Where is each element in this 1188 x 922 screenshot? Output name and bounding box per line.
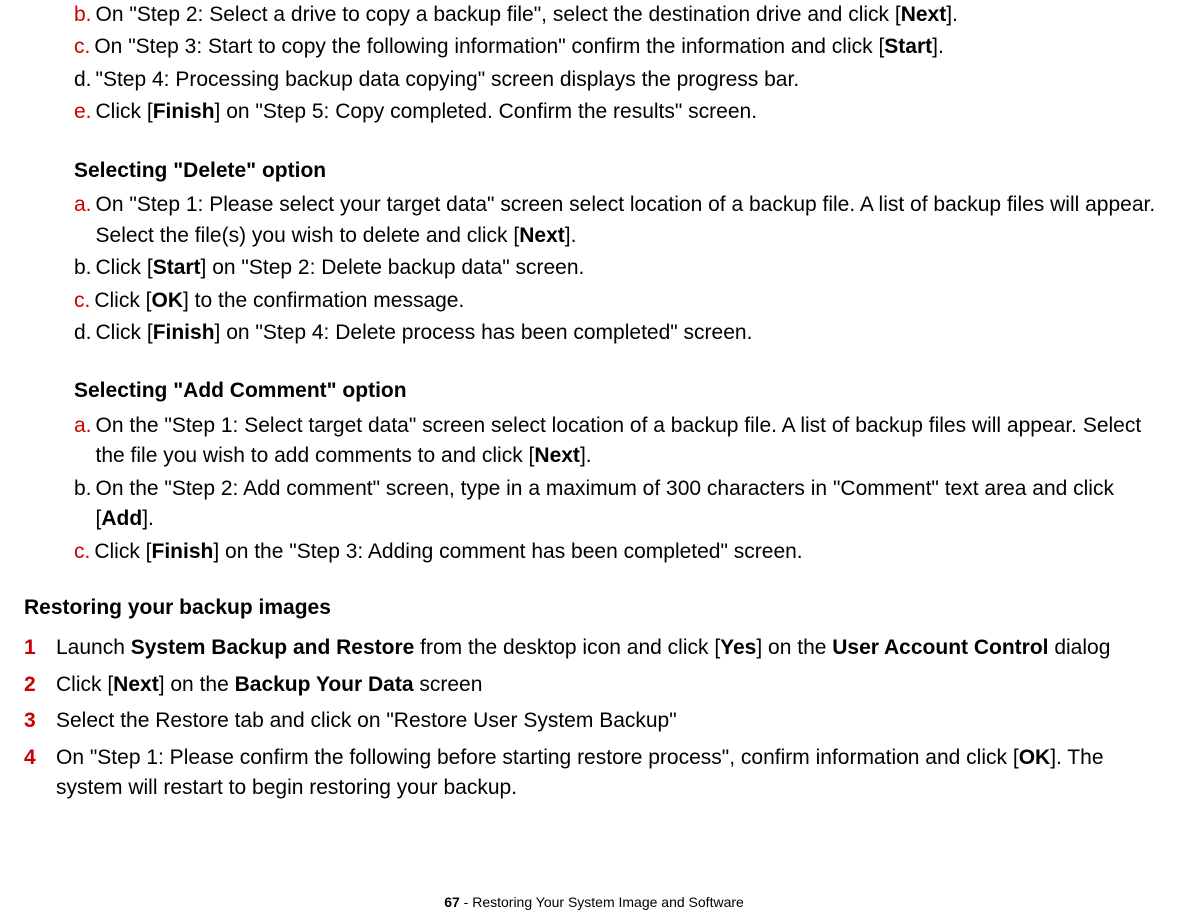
delete-step-a: a. On "Step 1: Please select your target… <box>74 190 1164 251</box>
step-text: On the "Step 1: Select target data" scre… <box>96 411 1164 472</box>
text-run: screen <box>414 673 483 696</box>
step-letter: d. <box>74 318 92 348</box>
text-run: ]. <box>565 224 577 247</box>
text-run: Click [ <box>56 673 113 696</box>
delete-heading: Selecting "Delete" option <box>74 156 1164 186</box>
text-run: Click [ <box>96 256 153 279</box>
text-run: ] on the <box>159 673 235 696</box>
button-label-ref: OK <box>152 289 184 312</box>
restore-step-2: 2 Click [Next] on the Backup Your Data s… <box>24 670 1164 700</box>
restore-step-3: 3 Select the Restore tab and click on "R… <box>24 706 1164 736</box>
step-text: Launch System Backup and Restore from th… <box>56 633 1164 663</box>
text-run: ]. <box>946 3 958 26</box>
text-run: ]. <box>142 507 154 530</box>
delete-step-b: b. Click [Start] on "Step 2: Delete back… <box>74 253 1164 283</box>
step-letter: d. <box>74 65 92 95</box>
button-label-ref: Next <box>519 224 565 247</box>
screen-name-ref: Backup Your Data <box>235 673 414 696</box>
step-text: Select the Restore tab and click on "Res… <box>56 706 1164 736</box>
text-run: ] on "Step 4: Delete process has been co… <box>215 321 753 344</box>
step-text: Click [OK] to the confirmation message. <box>94 286 1164 316</box>
restore-heading: Restoring your backup images <box>24 593 1164 623</box>
text-run: Click [ <box>94 289 151 312</box>
button-label-ref: Next <box>534 444 580 467</box>
page-footer: 67 - Restoring Your System Image and Sof… <box>0 892 1188 912</box>
step-text: Click [Start] on "Step 2: Delete backup … <box>96 253 1164 283</box>
step-text: Click [Finish] on the "Step 3: Adding co… <box>94 537 1164 567</box>
text-run: On "Step 1: Please select your target da… <box>96 193 1156 246</box>
copy-step-e: e. Click [Finish] on "Step 5: Copy compl… <box>74 97 1164 127</box>
text-run: Click [ <box>96 321 153 344</box>
step-letter: e. <box>74 97 92 127</box>
text-run: Click [ <box>96 100 153 123</box>
step-text: Click [Next] on the Backup Your Data scr… <box>56 670 1164 700</box>
text-run: ] on the <box>756 636 832 659</box>
step-letter: c. <box>74 286 90 316</box>
app-name-ref: System Backup and Restore <box>131 636 415 659</box>
step-letter: b. <box>74 253 92 283</box>
step-number: 4 <box>24 743 56 773</box>
step-text: On the "Step 2: Add comment" screen, typ… <box>96 474 1164 535</box>
button-label-ref: Next <box>901 3 947 26</box>
restore-step-1: 1 Launch System Backup and Restore from … <box>24 633 1164 663</box>
addcomment-step-a: a. On the "Step 1: Select target data" s… <box>74 411 1164 472</box>
footer-title: - Restoring Your System Image and Softwa… <box>460 894 744 910</box>
restore-step-4: 4 On "Step 1: Please confirm the followi… <box>24 743 1164 804</box>
step-number: 1 <box>24 633 56 663</box>
text-run: Launch <box>56 636 131 659</box>
restore-steps-list: 1 Launch System Backup and Restore from … <box>24 633 1164 803</box>
delete-step-c: c. Click [OK] to the confirmation messag… <box>74 286 1164 316</box>
copy-step-d: d. "Step 4: Processing backup data copyi… <box>74 65 1164 95</box>
text-run: ] on the "Step 3: Adding comment has bee… <box>213 540 802 563</box>
text-run: ] on "Step 5: Copy completed. Confirm th… <box>215 100 758 123</box>
copy-step-c: c. On "Step 3: Start to copy the followi… <box>74 32 1164 62</box>
text-run: ] to the confirmation message. <box>183 289 464 312</box>
text-run: dialog <box>1049 636 1111 659</box>
text-run: ]. <box>580 444 592 467</box>
step-text: On "Step 1: Please confirm the following… <box>56 743 1164 804</box>
button-label-ref: Yes <box>720 636 756 659</box>
step-letter: b. <box>74 474 92 535</box>
button-label-ref: Finish <box>153 321 215 344</box>
text-run: ] on "Step 2: Delete backup data" screen… <box>201 256 585 279</box>
text-run: On "Step 3: Start to copy the following … <box>94 35 884 58</box>
step-letter: b. <box>74 0 92 30</box>
step-text: "Step 4: Processing backup data copying"… <box>96 65 1164 95</box>
step-text: On "Step 2: Select a drive to copy a bac… <box>96 0 1164 30</box>
step-text: On "Step 1: Please select your target da… <box>96 190 1164 251</box>
text-run: ]. <box>932 35 944 58</box>
step-letter: a. <box>74 190 92 251</box>
button-label-ref: OK <box>1019 746 1051 769</box>
delete-step-d: d. Click [Finish] on "Step 4: Delete pro… <box>74 318 1164 348</box>
page-number: 67 <box>444 894 460 910</box>
addcomment-heading: Selecting "Add Comment" option <box>74 376 1164 406</box>
text-run: On "Step 1: Please confirm the following… <box>56 746 1019 769</box>
step-text: Click [Finish] on "Step 5: Copy complete… <box>96 97 1164 127</box>
step-letter: c. <box>74 537 90 567</box>
addcomment-step-b: b. On the "Step 2: Add comment" screen, … <box>74 474 1164 535</box>
button-label-ref: Start <box>153 256 201 279</box>
step-letter: c. <box>74 32 90 62</box>
addcomment-step-c: c. Click [Finish] on the "Step 3: Adding… <box>74 537 1164 567</box>
copy-step-b: b. On "Step 2: Select a drive to copy a … <box>74 0 1164 30</box>
text-run: Click [ <box>94 540 151 563</box>
text-run: On the "Step 1: Select target data" scre… <box>96 414 1142 467</box>
text-run: On "Step 2: Select a drive to copy a bac… <box>96 3 901 26</box>
step-text: Click [Finish] on "Step 4: Delete proces… <box>96 318 1164 348</box>
document-body: b. On "Step 2: Select a drive to copy a … <box>24 0 1164 804</box>
step-number: 3 <box>24 706 56 736</box>
button-label-ref: Finish <box>152 540 214 563</box>
dialog-name-ref: User Account Control <box>832 636 1048 659</box>
button-label-ref: Add <box>101 507 142 530</box>
button-label-ref: Next <box>113 673 159 696</box>
text-run: from the desktop icon and click [ <box>414 636 720 659</box>
text-run: On the "Step 2: Add comment" screen, typ… <box>96 477 1114 530</box>
button-label-ref: Finish <box>153 100 215 123</box>
step-number: 2 <box>24 670 56 700</box>
step-letter: a. <box>74 411 92 472</box>
button-label-ref: Start <box>884 35 932 58</box>
step-text: On "Step 3: Start to copy the following … <box>94 32 1164 62</box>
